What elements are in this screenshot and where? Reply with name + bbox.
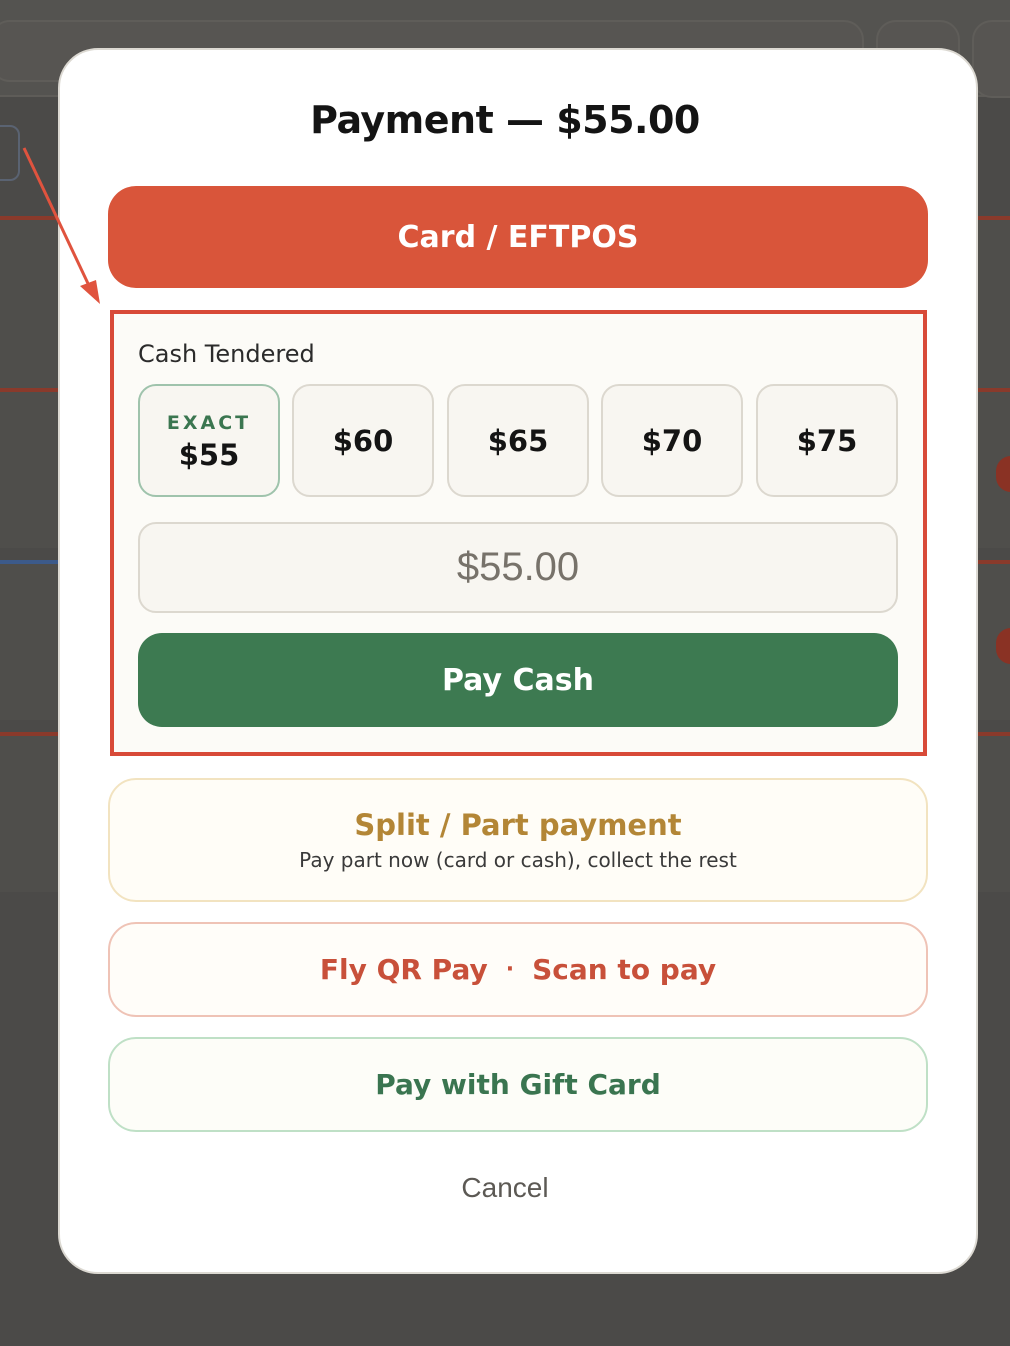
split-part-payment-button[interactable]: Split / Part payment Pay part now (card …	[108, 778, 928, 902]
amount-75-button[interactable]: $75	[756, 384, 898, 497]
exact-tag: EXACT	[166, 411, 252, 434]
amount-70-button[interactable]: $70	[601, 384, 743, 497]
fly-qr-pay-button[interactable]: Fly QR Pay · Scan to pay	[108, 922, 928, 1017]
amount-label: $60	[332, 423, 394, 458]
card-eftpos-button[interactable]: Card / EFTPOS	[108, 186, 928, 288]
payment-title: Payment — $55.00	[310, 98, 700, 142]
amount-label: $70	[641, 423, 703, 458]
amount-label: $55	[178, 437, 240, 472]
amount-65-button[interactable]: $65	[447, 384, 589, 497]
qr-pay-label: Fly QR Pay	[319, 953, 488, 986]
amount-60-button[interactable]: $60	[292, 384, 434, 497]
split-payment-title: Split / Part payment	[354, 808, 682, 842]
cash-tendered-label: Cash Tendered	[138, 340, 315, 368]
pay-with-gift-card-button[interactable]: Pay with Gift Card	[108, 1037, 928, 1132]
cash-tendered-input[interactable]	[138, 522, 898, 613]
scan-to-pay-label: Scan to pay	[532, 953, 717, 986]
cancel-button[interactable]: Cancel	[0, 1172, 1010, 1204]
qr-separator: ·	[505, 957, 515, 982]
amount-label: $65	[487, 423, 549, 458]
split-payment-subtitle: Pay part now (card or cash), collect the…	[299, 848, 737, 872]
amount-exact-button[interactable]: EXACT $55	[138, 384, 280, 497]
amount-label: $75	[796, 423, 858, 458]
pay-cash-button[interactable]: Pay Cash	[138, 633, 898, 727]
